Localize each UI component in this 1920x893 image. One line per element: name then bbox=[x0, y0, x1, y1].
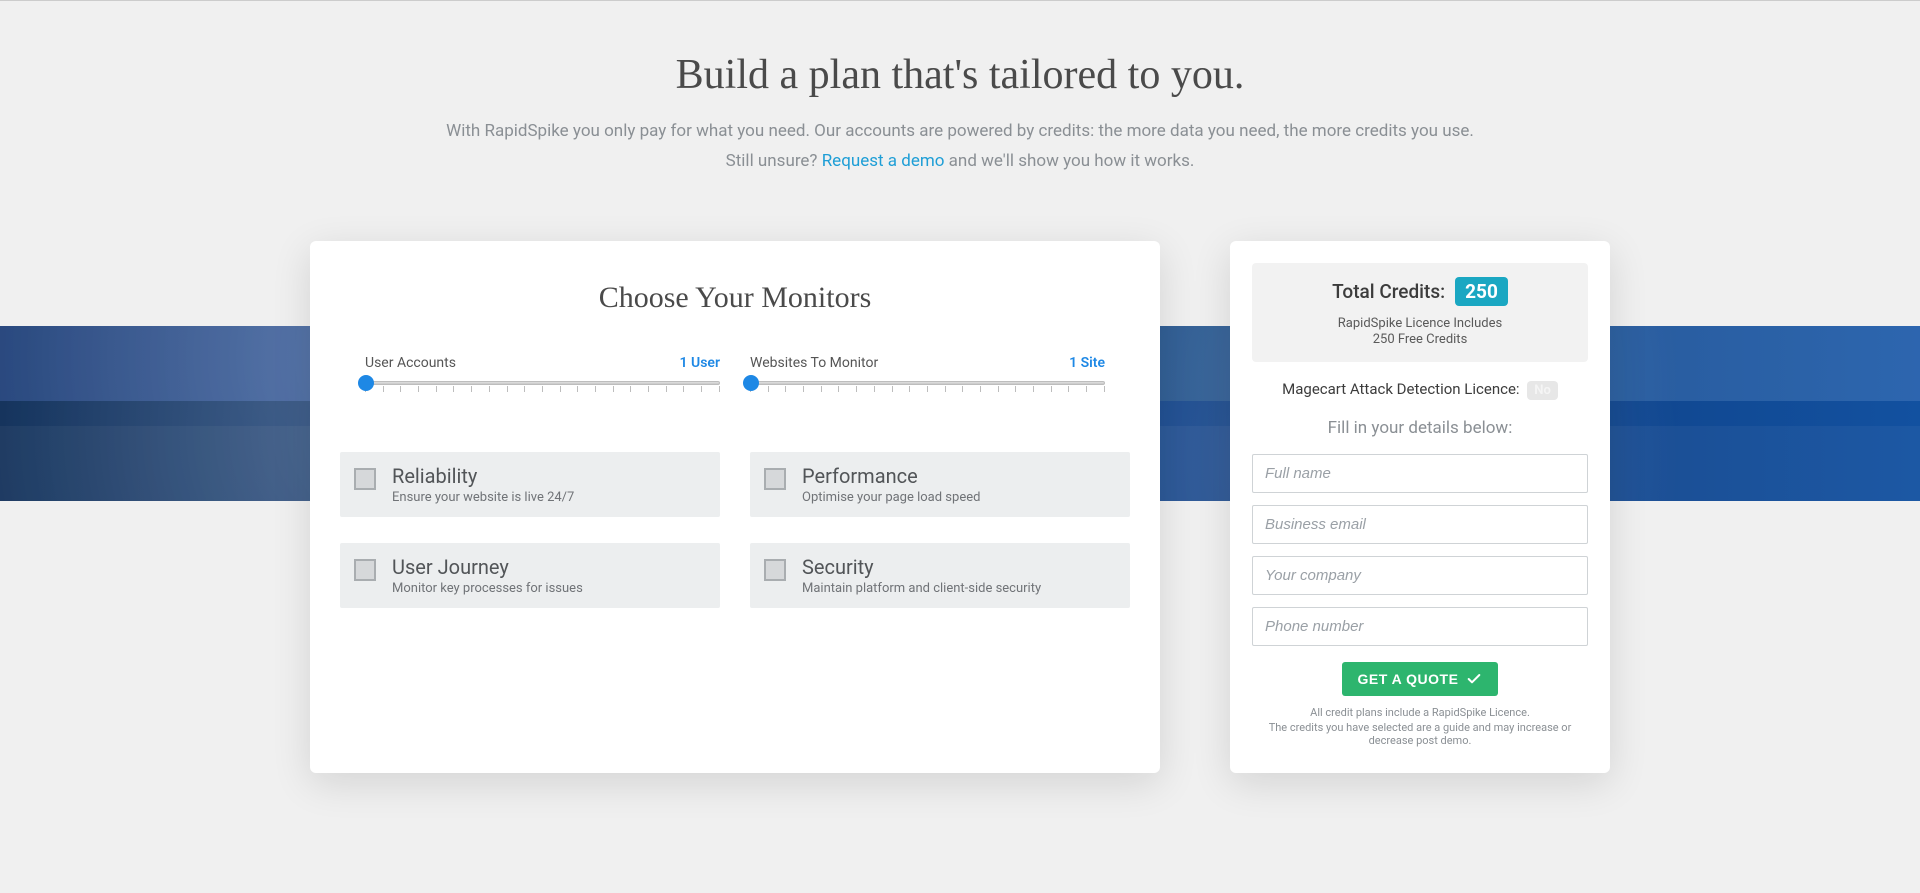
slider-value: 1 Site bbox=[1069, 355, 1105, 371]
magecart-toggle[interactable]: No bbox=[1527, 381, 1558, 400]
total-credits-value: 250 bbox=[1455, 277, 1508, 306]
hero-sub2-pre: Still unsure? bbox=[726, 151, 822, 171]
monitor-desc: Monitor key processes for issues bbox=[392, 581, 583, 596]
monitor-performance[interactable]: Performance Optimise your page load spee… bbox=[750, 452, 1130, 517]
get-quote-label: GET A QUOTE bbox=[1358, 671, 1459, 687]
summary-line-2: 250 Free Credits bbox=[1266, 332, 1574, 347]
hero-subtitle-1: With RapidSpike you only pay for what yo… bbox=[20, 121, 1900, 141]
slider-thumb[interactable] bbox=[358, 375, 374, 391]
monitor-security[interactable]: Security Maintain platform and client-si… bbox=[750, 543, 1130, 608]
get-quote-button[interactable]: GET A QUOTE bbox=[1342, 662, 1499, 696]
check-icon bbox=[1466, 671, 1482, 687]
magecart-toggle-line: Magecart Attack Detection Licence: No bbox=[1252, 380, 1588, 400]
full-name-field[interactable] bbox=[1252, 454, 1588, 493]
monitor-desc: Maintain platform and client-side securi… bbox=[802, 581, 1041, 596]
slider-thumb[interactable] bbox=[743, 375, 759, 391]
phone-field[interactable] bbox=[1252, 607, 1588, 646]
user-accounts-slider[interactable]: User Accounts 1 User bbox=[365, 355, 720, 392]
monitor-reliability[interactable]: Reliability Ensure your website is live … bbox=[340, 452, 720, 517]
slider-track[interactable] bbox=[750, 381, 1105, 385]
monitor-title: Security bbox=[802, 555, 1041, 579]
slider-label: User Accounts bbox=[365, 355, 456, 371]
slider-ticks bbox=[365, 386, 720, 392]
hero-sub2-post: and we'll show you how it works. bbox=[944, 151, 1194, 171]
summary-line-1: RapidSpike Licence Includes bbox=[1266, 316, 1574, 331]
business-email-field[interactable] bbox=[1252, 505, 1588, 544]
quote-form-card: Total Credits: 250 RapidSpike Licence In… bbox=[1230, 241, 1610, 773]
total-credits-label: Total Credits: bbox=[1332, 280, 1445, 303]
form-title: Fill in your details below: bbox=[1252, 418, 1588, 438]
fine-print-2: The credits you have selected are a guid… bbox=[1252, 721, 1588, 747]
page-title: Build a plan that's tailored to you. bbox=[20, 51, 1900, 99]
monitor-desc: Optimise your page load speed bbox=[802, 490, 980, 505]
checkbox-icon[interactable] bbox=[764, 468, 786, 490]
monitor-desc: Ensure your website is live 24/7 bbox=[392, 490, 574, 505]
checkbox-icon[interactable] bbox=[354, 559, 376, 581]
request-demo-link[interactable]: Request a demo bbox=[822, 151, 945, 171]
choose-monitors-card: Choose Your Monitors User Accounts 1 Use… bbox=[310, 241, 1160, 773]
hero-subtitle-2: Still unsure? Request a demo and we'll s… bbox=[20, 151, 1900, 171]
slider-label: Websites To Monitor bbox=[750, 355, 878, 371]
monitor-user-journey[interactable]: User Journey Monitor key processes for i… bbox=[340, 543, 720, 608]
monitor-title: Reliability bbox=[392, 464, 574, 488]
choose-monitors-title: Choose Your Monitors bbox=[340, 281, 1130, 315]
checkbox-icon[interactable] bbox=[354, 468, 376, 490]
monitor-title: Performance bbox=[802, 464, 980, 488]
magecart-label: Magecart Attack Detection Licence: bbox=[1282, 380, 1519, 398]
websites-slider[interactable]: Websites To Monitor 1 Site bbox=[750, 355, 1105, 392]
credits-summary: Total Credits: 250 RapidSpike Licence In… bbox=[1252, 263, 1588, 362]
slider-value: 1 User bbox=[680, 355, 720, 371]
fine-print-1: All credit plans include a RapidSpike Li… bbox=[1252, 706, 1588, 719]
checkbox-icon[interactable] bbox=[764, 559, 786, 581]
slider-track[interactable] bbox=[365, 381, 720, 385]
hero-section: Build a plan that's tailored to you. Wit… bbox=[0, 1, 1920, 211]
monitor-title: User Journey bbox=[392, 555, 583, 579]
company-field[interactable] bbox=[1252, 556, 1588, 595]
slider-ticks bbox=[750, 386, 1105, 392]
